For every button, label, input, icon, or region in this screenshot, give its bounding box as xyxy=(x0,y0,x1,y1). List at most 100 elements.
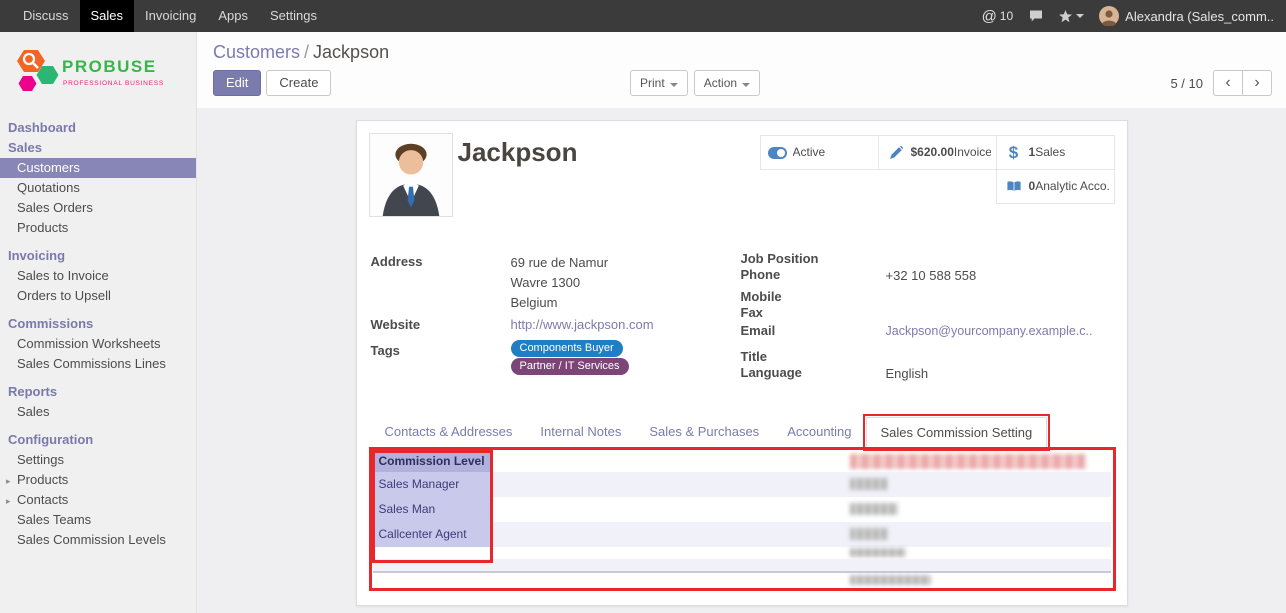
commission-level-cell[interactable]: Sales Manager xyxy=(373,472,492,498)
chat-bubble-icon[interactable] xyxy=(1028,9,1044,23)
redacted-value xyxy=(850,478,888,490)
email-link[interactable]: Jackpson@yourcompany.example.c.. xyxy=(886,324,1093,338)
language-value[interactable]: English xyxy=(886,366,929,381)
expand-caret-icon[interactable]: ▸ xyxy=(6,494,11,508)
commission-level-cell[interactable]: Sales Man xyxy=(373,497,492,523)
main-area: Customers/Jackpson Edit Create Print Act… xyxy=(197,32,1286,613)
address-label: Address xyxy=(371,254,423,269)
redacted-value xyxy=(850,528,888,540)
pager-count: 5 / 10 xyxy=(1170,76,1203,91)
sidebar-item-config-contacts[interactable]: ▸Contacts xyxy=(0,490,196,510)
record-title: Jackpson xyxy=(458,137,578,168)
table-row[interactable]: Callcenter Agent xyxy=(373,522,1111,547)
sidebar-section-invoicing[interactable]: Invoicing xyxy=(0,246,196,266)
tag-partner-it-services[interactable]: Partner / IT Services xyxy=(511,358,629,375)
pager-previous-button[interactable]: ‹ xyxy=(1213,70,1243,96)
website-link[interactable]: http://www.jackpson.com xyxy=(511,317,654,332)
sidebar-item-reports-sales[interactable]: Sales xyxy=(0,402,196,422)
notebook-tabs: Contacts & Addresses Internal Notes Sale… xyxy=(371,417,1114,449)
create-button[interactable]: Create xyxy=(266,70,331,96)
probuse-logo: PROBUSE PROFESSIONAL BUSINESS xyxy=(0,32,196,118)
avatar xyxy=(1099,6,1119,26)
sidebar-item-orders-to-upsell[interactable]: Orders to Upsell xyxy=(0,286,196,306)
address-line-2[interactable]: Wavre 1300 xyxy=(511,275,581,290)
commission-table: Commission Level Sales Manager Sales Man… xyxy=(373,451,1111,586)
sidebar-item-config-products[interactable]: ▸ Products xyxy=(0,470,196,490)
phone-value[interactable]: +32 10 588 558 xyxy=(886,268,977,283)
analytic-stat-button[interactable]: 0Analytic Acco... xyxy=(996,169,1115,204)
customer-photo[interactable] xyxy=(369,133,453,217)
commission-level-header[interactable]: Commission Level xyxy=(373,451,492,473)
sidebar-item-sales-commission-levels[interactable]: Sales Commission Levels xyxy=(0,530,196,550)
print-dropdown[interactable]: Print xyxy=(630,70,688,96)
menu-apps[interactable]: Apps xyxy=(207,0,259,32)
stat-label: Analytic Acco... xyxy=(1035,180,1108,193)
sidebar-section-reports[interactable]: Reports xyxy=(0,382,196,402)
sidebar-item-sales-orders[interactable]: Sales Orders xyxy=(0,198,196,218)
stat-button-grid: Active $620.00Invoiced $ 1Sales xyxy=(757,136,1115,204)
pager: 5 / 10 ‹ › xyxy=(1170,70,1272,96)
table-row-empty[interactable] xyxy=(373,559,1111,571)
control-panel: Customers/Jackpson Edit Create Print Act… xyxy=(197,32,1286,108)
table-row[interactable]: Sales Manager xyxy=(373,472,1111,497)
chevron-down-icon xyxy=(1076,14,1084,18)
menu-sales[interactable]: Sales xyxy=(80,0,135,32)
at-icon: @ xyxy=(982,8,997,25)
title-label: Title xyxy=(741,349,768,364)
user-menu[interactable]: Alexandra (Sales_comm.. xyxy=(1099,6,1274,26)
top-navbar: Discuss Sales Invoicing Apps Settings @ … xyxy=(0,0,1286,32)
sidebar-section-configuration[interactable]: Configuration xyxy=(0,430,196,450)
mention-counter[interactable]: @ 10 xyxy=(982,8,1014,25)
topbar-right: @ 10 Alexandra (Sales_comm.. xyxy=(982,6,1286,26)
active-stat-button[interactable]: Active xyxy=(760,135,879,170)
language-label: Language xyxy=(741,365,802,380)
edit-button[interactable]: Edit xyxy=(213,70,261,96)
table-row[interactable]: Sales Man xyxy=(373,497,1111,522)
redacted-total xyxy=(850,575,931,585)
redacted-column-header xyxy=(850,454,1086,469)
chevron-down-icon xyxy=(670,83,678,87)
sidebar-item-settings[interactable]: Settings xyxy=(0,450,196,470)
commission-table-header-row: Commission Level xyxy=(373,451,1111,472)
table-footer-row xyxy=(373,571,1111,586)
commission-level-cell[interactable]: Callcenter Agent xyxy=(373,522,492,548)
tab-accounting[interactable]: Accounting xyxy=(773,417,865,448)
breadcrumb-customers[interactable]: Customers xyxy=(213,42,300,62)
sidebar-item-quotations[interactable]: Quotations xyxy=(0,178,196,198)
action-dropdown[interactable]: Action xyxy=(694,70,760,96)
redacted-value xyxy=(850,503,898,515)
sales-stat-button[interactable]: $ 1Sales xyxy=(996,135,1115,170)
tab-sales-commission-setting[interactable]: Sales Commission Setting xyxy=(866,417,1048,449)
address-line-3[interactable]: Belgium xyxy=(511,295,558,310)
sidebar-item-customers[interactable]: Customers xyxy=(0,158,196,178)
job-position-label: Job Position xyxy=(741,251,819,266)
sidebar-section-sales[interactable]: Sales xyxy=(0,138,196,158)
breadcrumb: Customers/Jackpson xyxy=(213,42,1270,62)
star-menu[interactable] xyxy=(1059,10,1084,23)
tab-contacts-addresses[interactable]: Contacts & Addresses xyxy=(371,417,527,448)
sidebar-item-sales-teams[interactable]: Sales Teams xyxy=(0,510,196,530)
sidebar-section-commissions[interactable]: Commissions xyxy=(0,314,196,334)
tab-internal-notes[interactable]: Internal Notes xyxy=(526,417,635,448)
dollar-icon: $ xyxy=(1002,143,1026,163)
action-label: Action xyxy=(704,76,737,90)
tag-components-buyer[interactable]: Components Buyer xyxy=(511,340,623,357)
invoiced-stat-button[interactable]: $620.00Invoiced xyxy=(878,135,997,170)
sidebar-item-sales-to-invoice[interactable]: Sales to Invoice xyxy=(0,266,196,286)
chevron-down-icon xyxy=(742,83,750,87)
table-row-empty[interactable] xyxy=(373,547,1111,559)
sidebar-item-sales-commissions-lines[interactable]: Sales Commissions Lines xyxy=(0,354,196,374)
sidebar-item-commission-worksheets[interactable]: Commission Worksheets xyxy=(0,334,196,354)
pager-next-button[interactable]: › xyxy=(1242,70,1272,96)
expand-caret-icon[interactable]: ▸ xyxy=(6,474,11,488)
menu-discuss[interactable]: Discuss xyxy=(12,0,80,32)
sidebar-item-products[interactable]: Products xyxy=(0,218,196,238)
address-line-1[interactable]: 69 rue de Namur xyxy=(511,255,609,270)
star-icon xyxy=(1059,10,1072,23)
menu-invoicing[interactable]: Invoicing xyxy=(134,0,207,32)
menu-settings[interactable]: Settings xyxy=(259,0,328,32)
tab-sales-purchases[interactable]: Sales & Purchases xyxy=(635,417,773,448)
sidebar-section-dashboard[interactable]: Dashboard xyxy=(0,118,196,138)
sidebar-item-label: Products xyxy=(17,472,68,487)
sidebar: PROBUSE PROFESSIONAL BUSINESS Dashboard … xyxy=(0,32,197,613)
